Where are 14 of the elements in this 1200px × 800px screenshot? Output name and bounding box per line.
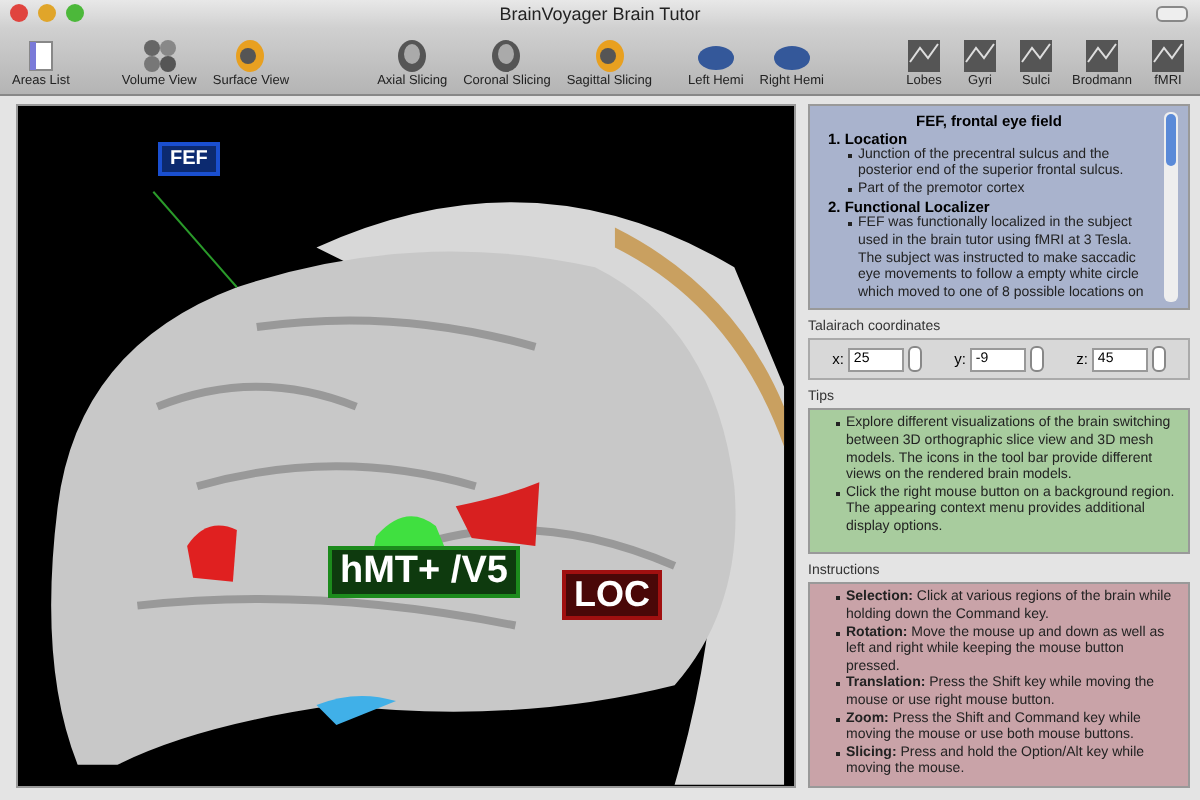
window-title: BrainVoyager Brain Tutor [499,3,701,24]
close-button[interactable] [10,4,28,23]
brain-render-viewport[interactable]: FEF hMT+ /V5 LOC [16,103,796,788]
stepper-control[interactable] [907,346,922,373]
head-grid-icon [139,37,180,74]
minimize-button[interactable] [38,4,56,23]
stepper-control[interactable] [1151,346,1166,373]
region-label[interactable]: hMT+ /V5 [328,545,520,599]
scrollbar[interactable] [1164,111,1178,303]
region-label[interactable]: LOC [562,569,662,621]
toolbar-toggle-button[interactable] [1156,5,1188,22]
stepper-control[interactable] [1029,346,1044,373]
region-label[interactable]: FEF [158,141,220,176]
zoom-button[interactable] [66,4,84,23]
